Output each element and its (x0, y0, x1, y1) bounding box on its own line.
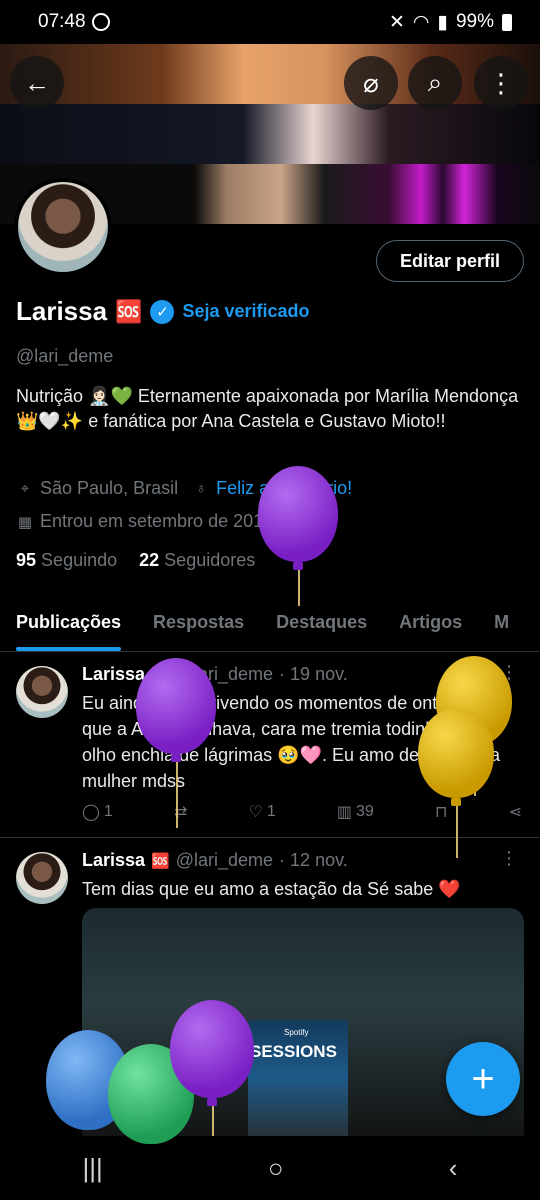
tab-publicacoes[interactable]: Publicações (16, 598, 122, 651)
status-bar: 07:48 ✕ ◠ ▮ 99% (0, 0, 540, 44)
banner-photo-2 (0, 104, 540, 164)
follow-stats: 95 Seguindo 22 Seguidores (16, 550, 255, 571)
recent-apps-button[interactable]: ||| (83, 1153, 103, 1184)
share-button[interactable]: ⋖ (509, 802, 522, 822)
search-icon: ⌕ (427, 67, 443, 97)
edit-profile-button[interactable]: Editar perfil (376, 240, 524, 282)
media-screen (248, 1020, 348, 1148)
plus-icon: + (471, 1056, 495, 1101)
sos-badge: 🆘 (115, 298, 143, 324)
post-date: · 19 nov. (279, 664, 348, 684)
views-count: 39 (356, 803, 374, 820)
reply-count: 1 (103, 803, 113, 820)
profile-name: Larissa (16, 296, 108, 326)
balloon-yellow (418, 708, 494, 858)
post-date: · 12 nov. (279, 850, 348, 870)
verified-icon[interactable]: ✓ (150, 299, 175, 324)
post-more-icon[interactable]: ⋮ (500, 848, 518, 869)
heart-icon: ♡ (248, 804, 263, 821)
post-author-name[interactable]: Larissa (82, 850, 145, 871)
balloon-purple (258, 466, 338, 606)
more-options-button[interactable]: ⋮ (474, 56, 528, 110)
home-button[interactable]: ○ (268, 1153, 284, 1184)
whatsapp-icon (91, 13, 110, 31)
followers-link[interactable]: 22 Seguidores (139, 550, 255, 571)
reply-button[interactable]: ◯ 1 (82, 802, 113, 822)
profile-tabs: Publicações Respostas Destaques Artigos … (0, 598, 540, 652)
tab-respostas[interactable]: Respostas (153, 598, 244, 651)
following-count: 95 (16, 550, 37, 570)
status-icons: ✕ ◠ ▮ 99% (389, 11, 512, 34)
balloon-purple (170, 1000, 254, 1136)
following-link[interactable]: 95 Seguindo (16, 550, 117, 571)
profile-bio: Nutrição 👩🏻‍⚕️💚 Eternamente apaixonada p… (16, 386, 519, 431)
compose-post-button[interactable]: + (446, 1042, 520, 1116)
wifi-icon: ◠ (412, 11, 430, 33)
back-arrow-icon: ← (24, 67, 50, 98)
grok-button[interactable]: ⌀ (344, 56, 398, 110)
system-back-button[interactable]: ‹ (449, 1153, 458, 1184)
profile-avatar[interactable] (14, 178, 112, 276)
following-label: Seguindo (41, 550, 118, 570)
profile-handle: @lari_deme (16, 346, 114, 366)
followers-label: Seguidores (164, 550, 256, 570)
share-icon: ⋖ (508, 804, 522, 821)
profile-joined: Entrou em setembro de 2017 (40, 511, 274, 531)
profile-joined-row: ▦ Entrou em setembro de 2017 › (16, 511, 291, 532)
profile-location: São Paulo, Brasil (40, 478, 179, 498)
post-avatar[interactable] (16, 666, 68, 718)
calendar-icon: ▦ (17, 513, 33, 531)
status-time: 07:48 (38, 11, 86, 32)
get-verified-link[interactable]: Seja verificado (182, 301, 309, 322)
post-text: Tem dias que eu amo a estação da Sé sabe… (82, 879, 461, 899)
views-icon: ▥ (336, 804, 353, 821)
battery-text: 99% (455, 11, 494, 32)
media-sessions-text: SESSIONS (250, 1042, 337, 1061)
balloon-purple (136, 658, 216, 828)
birthday-icon: ♁ (195, 480, 207, 497)
more-vertical-icon: ⋮ (488, 67, 514, 98)
post-author-handle: @lari_deme (175, 850, 274, 870)
signal-icon: ▮ (437, 11, 448, 33)
media-brand-text: Spotify (284, 1028, 309, 1037)
mute-icon: ✕ (388, 11, 405, 33)
back-button[interactable]: ← (10, 56, 64, 110)
search-button[interactable]: ⌕ (408, 56, 462, 110)
post-header: Larissa 🆘 @lari_deme · 12 nov. (82, 850, 348, 871)
tab-artigos[interactable]: Artigos (399, 598, 462, 651)
like-count: 1 (266, 803, 276, 820)
post-author-badge: 🆘 (151, 852, 170, 870)
followers-count: 22 (139, 550, 160, 570)
location-icon: ⌖ (20, 480, 30, 497)
profile-name-row: Larissa 🆘 ✓ Seja verificado (16, 296, 310, 327)
like-button[interactable]: ♡ 1 (249, 802, 276, 822)
grok-icon: ⌀ (363, 67, 379, 98)
post-avatar[interactable] (16, 852, 68, 904)
reply-icon: ◯ (82, 804, 100, 821)
system-nav-bar: ||| ○ ‹ (0, 1136, 540, 1200)
views-button[interactable]: ▥ 39 (337, 802, 374, 822)
battery-icon (502, 13, 512, 31)
tab-midia[interactable]: M (494, 598, 509, 651)
